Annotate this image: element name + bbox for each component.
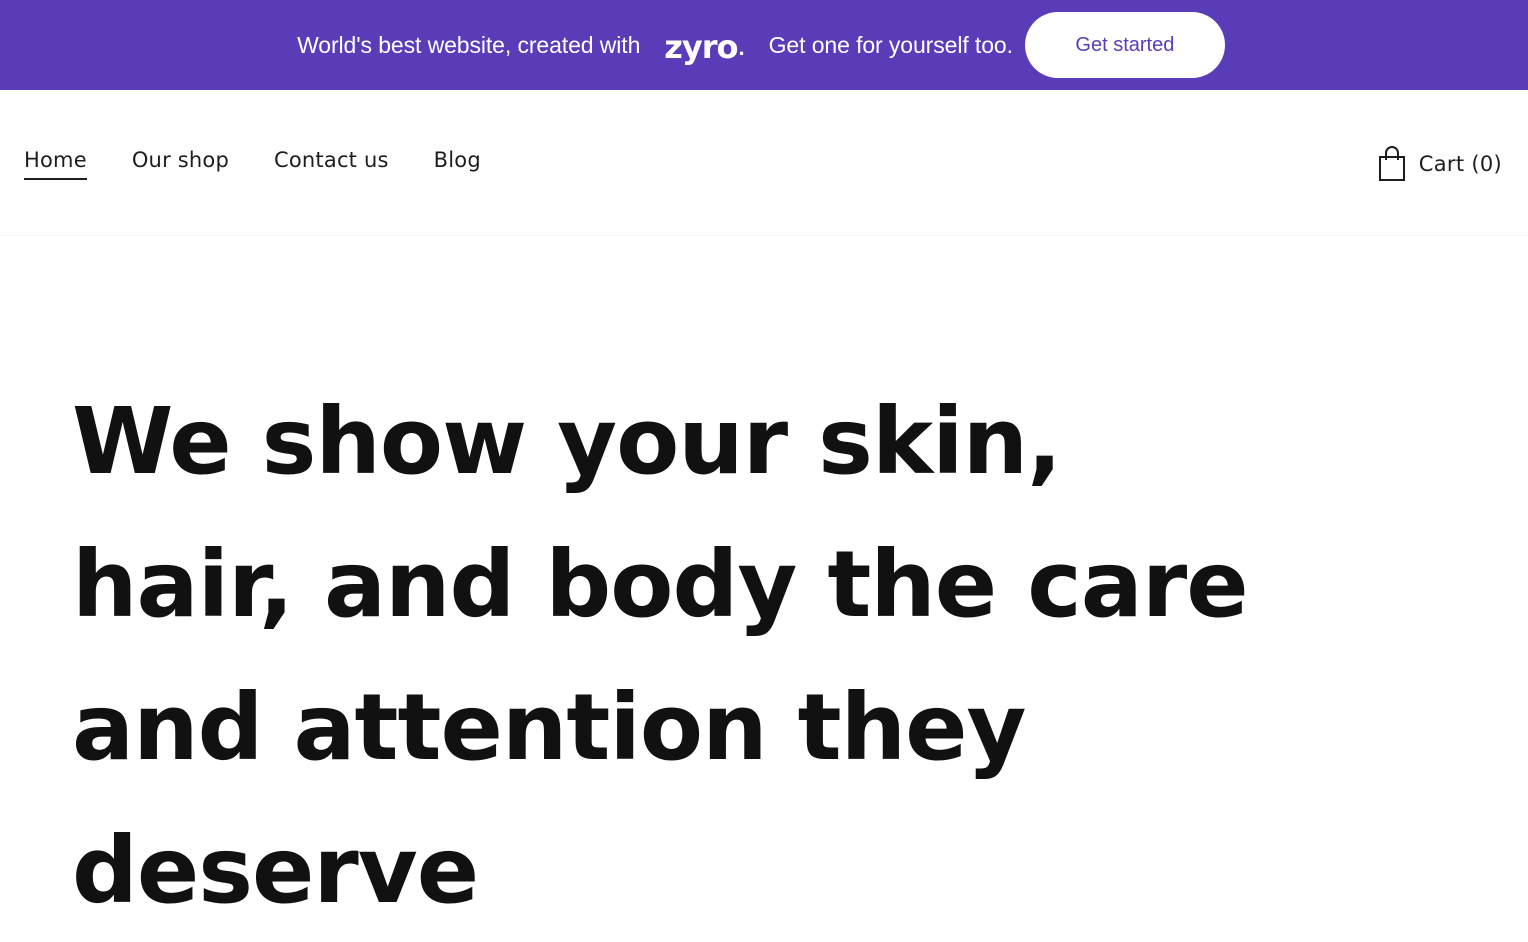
promo-text-after-logo: Get one for yourself too.	[768, 31, 1013, 58]
nav-item-blog[interactable]: Blog	[434, 148, 481, 178]
hero-title: We show your skin, hair, and body the ca…	[72, 388, 1249, 924]
shopping-bag-icon	[1378, 146, 1405, 181]
zyro-logo-text: zyro	[664, 28, 738, 66]
zyro-logo[interactable]: zyro .	[664, 25, 744, 65]
zyro-logo-dot: .	[738, 35, 745, 60]
get-started-button[interactable]: Get started	[1024, 12, 1225, 78]
site-header: Home Our shop Contact us Blog Cart (0)	[0, 90, 1528, 236]
nav-item-home[interactable]: Home	[24, 148, 87, 180]
main-nav: Home Our shop Contact us Blog	[24, 148, 526, 180]
nav-item-contact-us[interactable]: Contact us	[274, 148, 389, 178]
hero-section: We show your skin, hair, and body the ca…	[72, 370, 1272, 942]
promo-content: World's best website, created with zyro …	[297, 12, 1225, 78]
cart-button[interactable]: Cart (0)	[1377, 146, 1502, 182]
promo-text-before-logo: World's best website, created with	[297, 31, 641, 58]
promo-banner: World's best website, created with zyro …	[0, 0, 1528, 90]
nav-item-our-shop[interactable]: Our shop	[132, 148, 229, 178]
cart-label: Cart (0)	[1418, 152, 1502, 176]
